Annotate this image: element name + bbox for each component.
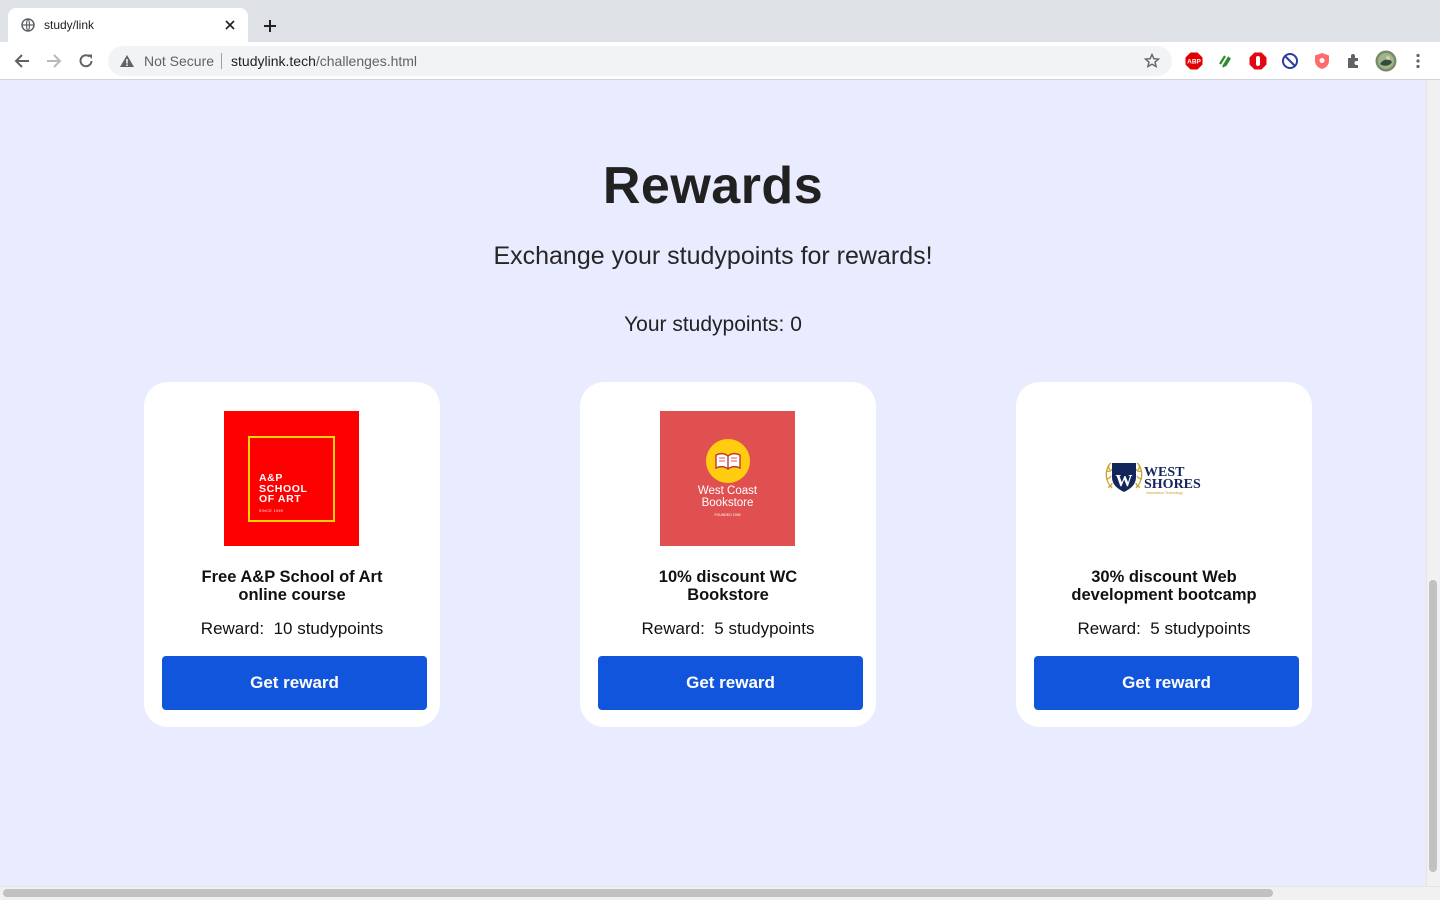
- svg-text:ABP: ABP: [1187, 59, 1201, 66]
- logo-text: West Coast Bookstore: [697, 485, 758, 509]
- globe-icon: [20, 17, 36, 33]
- new-tab-button[interactable]: [256, 12, 284, 40]
- west-coast-bookstore-logo: West Coast Bookstore FOUNDED 1996: [660, 411, 795, 546]
- url-domain: studylink.tech: [231, 53, 316, 69]
- page-title: Rewards: [602, 157, 824, 215]
- adblock-extension-icon[interactable]: ABP: [1185, 52, 1203, 70]
- reward-card: A&P SCHOOL OF ART SINCE 1990 Free A&P Sc…: [144, 382, 440, 727]
- address-bar[interactable]: Not Secure studylink.tech/challenges.htm…: [108, 46, 1172, 76]
- shield-extension-icon[interactable]: [1313, 52, 1331, 70]
- reward-cost: Reward: 5 studypoints: [641, 619, 815, 638]
- browser-tab-strip: study/link: [0, 0, 1440, 42]
- warning-icon[interactable]: [118, 52, 136, 70]
- bookmark-star-icon[interactable]: [1142, 51, 1162, 71]
- west-shores-logo: W WEST SHORES Information Technology: [1096, 411, 1231, 546]
- reward-name: 10% discount WC Bookstore: [658, 568, 798, 604]
- url-text[interactable]: studylink.tech/challenges.html: [231, 53, 1142, 69]
- studypoints-label: Your studypoints:: [624, 313, 785, 336]
- profile-avatar[interactable]: [1374, 49, 1398, 73]
- browser-tab[interactable]: study/link: [8, 8, 248, 42]
- chrome-menu-icon[interactable]: [1409, 52, 1427, 70]
- page-viewport: Rewards Exchange your studypoints for re…: [0, 80, 1426, 886]
- puzzle-extensions-icon[interactable]: [1345, 52, 1363, 70]
- reward-name: 30% discount Web development bootcamp: [1071, 568, 1257, 604]
- svg-text:Information Technology: Information Technology: [1146, 491, 1183, 495]
- logo-since-text: FOUNDED 1996: [714, 513, 741, 517]
- logo-text: A&P SCHOOL OF ART: [259, 472, 308, 505]
- logo-since-text: SINCE 1990: [259, 509, 284, 513]
- reward-cost: Reward: 5 studypoints: [1077, 619, 1251, 638]
- stop-extension-icon[interactable]: [1249, 52, 1267, 70]
- studypoints-balance: Your studypoints: 0: [0, 313, 1426, 337]
- horizontal-scrollbar-thumb[interactable]: [3, 889, 1273, 897]
- close-tab-icon[interactable]: [222, 17, 238, 33]
- link-extension-icon[interactable]: [1217, 52, 1235, 70]
- block-extension-icon[interactable]: [1281, 52, 1299, 70]
- book-icon: [706, 439, 750, 483]
- back-button[interactable]: [8, 47, 36, 75]
- get-reward-button[interactable]: Get reward: [1034, 656, 1299, 710]
- url-path: /challenges.html: [315, 53, 418, 69]
- get-reward-button[interactable]: Get reward: [162, 656, 427, 710]
- reward-card: West Coast Bookstore FOUNDED 1996 10% di…: [580, 382, 876, 727]
- ap-school-of-art-logo: A&P SCHOOL OF ART SINCE 1990: [224, 411, 359, 546]
- vertical-scrollbar-thumb[interactable]: [1429, 580, 1437, 872]
- reward-card: W WEST SHORES Information Technology 30%…: [1016, 382, 1312, 727]
- forward-button[interactable]: [40, 47, 68, 75]
- get-reward-button[interactable]: Get reward: [598, 656, 863, 710]
- svg-text:SHORES: SHORES: [1144, 477, 1201, 492]
- tab-title: study/link: [44, 18, 95, 32]
- reload-button[interactable]: [72, 47, 100, 75]
- reward-name: Free A&P School of Art online course: [201, 568, 383, 604]
- west-shores-logo-graphic: W WEST SHORES Information Technology: [1105, 462, 1201, 495]
- reward-cost: Reward: 10 studypoints: [200, 619, 384, 638]
- security-label[interactable]: Not Secure: [144, 53, 214, 69]
- page-subtitle: Exchange your studypoints for rewards!: [493, 242, 933, 270]
- omnibox-divider: [221, 53, 223, 69]
- browser-toolbar: Not Secure studylink.tech/challenges.htm…: [0, 42, 1440, 80]
- studypoints-value: 0: [790, 313, 802, 336]
- svg-text:W: W: [1116, 471, 1133, 490]
